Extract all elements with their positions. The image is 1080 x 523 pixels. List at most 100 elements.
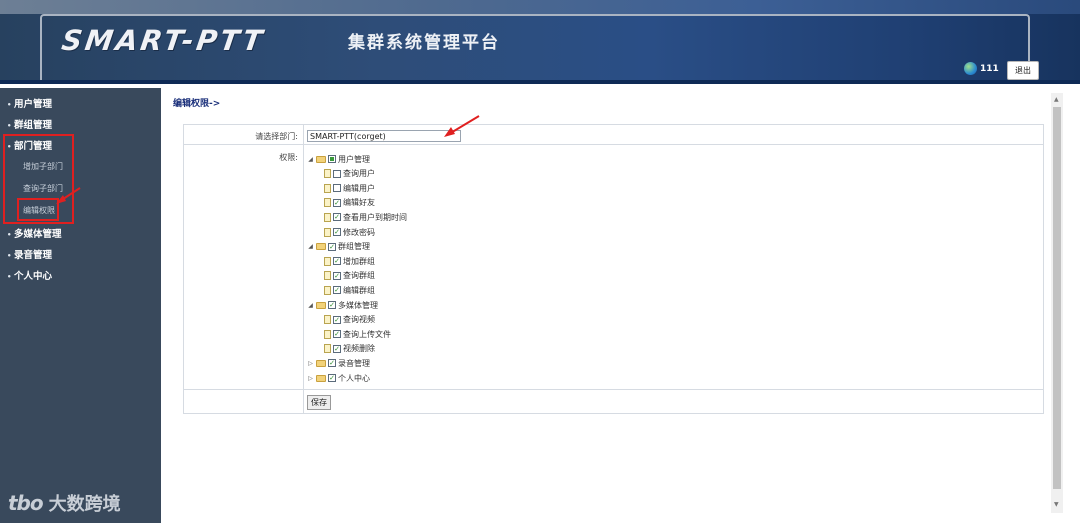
tree-leaf[interactable]: 编辑用户 — [324, 182, 375, 194]
document-icon — [324, 344, 331, 354]
folder-icon — [316, 243, 326, 251]
tree-leaf[interactable]: ✓ 视频删除 — [324, 343, 375, 355]
tree-leaf-label: 查询视频 — [343, 315, 375, 325]
main-content: 编辑权限-> 请选择部门: 权限: ◢用户管理查询用户编辑用户✓编辑好友✓查看用… — [161, 88, 1066, 523]
folder-icon — [316, 359, 326, 367]
sidebar-item-label: 群组管理 — [14, 120, 53, 131]
sidebar-item-group-management[interactable]: • 群组管理 — [7, 117, 52, 131]
tree-checkbox[interactable]: ✓ — [333, 198, 341, 207]
header-top-strip — [0, 0, 1080, 14]
scrollbar-thumb[interactable] — [1053, 107, 1061, 489]
tree-leaf-label: 查询上传文件 — [343, 329, 391, 339]
tree-node[interactable]: ▷ ✓ 录音管理 — [307, 357, 370, 369]
username: 111 — [980, 63, 999, 74]
tree-node-label: 多媒体管理 — [338, 300, 378, 310]
tree-node[interactable]: ◢ ✓ 多媒体管理 — [307, 299, 378, 311]
tree-checkbox[interactable]: ✓ — [333, 315, 341, 324]
folder-icon — [316, 301, 326, 309]
tree-leaf-label: 视频删除 — [343, 344, 375, 354]
tree-checkbox[interactable]: ✓ — [333, 271, 341, 280]
sidebar-item-multimedia-management[interactable]: • 多媒体管理 — [7, 226, 62, 240]
document-icon — [324, 285, 331, 295]
bullet-icon: • — [7, 231, 12, 239]
watermark: tbo 大数跨境 — [8, 490, 121, 516]
tree-leaf[interactable]: ✓ 增加群组 — [324, 255, 375, 267]
document-icon — [324, 169, 331, 179]
tree-leaf[interactable]: ✓ 查询视频 — [324, 314, 375, 326]
tree-leaf-label: 修改密码 — [343, 227, 375, 237]
tree-checkbox[interactable]: ✓ — [333, 330, 341, 339]
tree-leaf-label: 编辑群组 — [343, 285, 375, 295]
sidebar-item-label: 用户管理 — [14, 99, 53, 110]
tree-node[interactable]: ◢ ✓ 群组管理 — [307, 241, 370, 253]
tree-checkbox[interactable]: ✓ — [333, 286, 341, 295]
tree-checkbox[interactable]: ✓ — [328, 374, 336, 382]
sidebar-item-user-management[interactable]: • 用户管理 — [7, 96, 52, 110]
department-select[interactable] — [307, 130, 461, 142]
collapse-toggle-icon[interactable]: ▷ — [307, 360, 314, 367]
expand-toggle-icon[interactable]: ◢ — [307, 243, 314, 250]
tree-checkbox[interactable]: ✓ — [333, 228, 341, 236]
user-info: 111 — [964, 62, 999, 75]
folder-icon — [316, 155, 326, 163]
document-icon — [324, 227, 331, 237]
save-button[interactable]: 保存 — [307, 395, 331, 410]
vertical-scrollbar[interactable]: ▲ ▼ — [1051, 93, 1063, 513]
app-subtitle: 集群系统管理平台 — [348, 33, 500, 53]
tree-leaf-label: 编辑好友 — [343, 198, 375, 208]
tree-checkbox[interactable] — [328, 155, 336, 163]
tree-leaf-label: 查询用户 — [343, 169, 375, 179]
tree-checkbox[interactable]: ✓ — [328, 301, 336, 309]
bullet-icon: • — [7, 122, 12, 130]
tree-node-label: 个人中心 — [338, 373, 370, 383]
document-icon — [324, 212, 331, 222]
tree-leaf[interactable]: ✓ 修改密码 — [324, 226, 375, 238]
tree-checkbox[interactable] — [333, 169, 341, 178]
tree-checkbox[interactable]: ✓ — [333, 257, 341, 266]
tree-node[interactable]: ◢ 用户管理 — [307, 153, 370, 165]
tree-leaf[interactable]: ✓ 查询群组 — [324, 270, 375, 282]
sidebar-item-personal-center[interactable]: • 个人中心 — [7, 268, 52, 282]
tree-leaf-label: 查询群组 — [343, 271, 375, 281]
tree-leaf[interactable]: ✓ 查看用户到期时间 — [324, 211, 407, 223]
form-row-divider — [184, 389, 1043, 390]
tree-leaf[interactable]: ✓ 查询上传文件 — [324, 328, 391, 340]
collapse-toggle-icon[interactable]: ▷ — [307, 375, 314, 382]
tree-node-label: 群组管理 — [338, 242, 370, 252]
form-row-divider — [184, 144, 1043, 145]
sidebar-item-label: 录音管理 — [14, 250, 53, 261]
bullet-icon: • — [7, 252, 12, 260]
document-icon — [324, 198, 331, 208]
scroll-up-icon[interactable]: ▲ — [1054, 96, 1059, 103]
tree-checkbox[interactable]: ✓ — [328, 359, 336, 368]
tree-leaf[interactable]: ✓ 编辑群组 — [324, 284, 375, 296]
annotation-highlight-box-small — [17, 198, 59, 221]
dept-label: 请选择部门: — [255, 132, 298, 141]
watermark-logo-icon: tbo — [8, 491, 44, 515]
scroll-down-icon[interactable]: ▼ — [1054, 501, 1059, 508]
globe-icon — [964, 62, 977, 75]
watermark-text: 大数跨境 — [48, 494, 121, 515]
sidebar-item-recording-management[interactable]: • 录音管理 — [7, 247, 52, 261]
document-icon — [324, 271, 331, 281]
expand-toggle-icon[interactable]: ◢ — [307, 302, 314, 309]
bullet-icon: • — [7, 101, 12, 109]
logout-button[interactable]: 退出 — [1007, 61, 1039, 80]
tree-checkbox[interactable]: ✓ — [333, 344, 341, 353]
tree-leaf[interactable]: ✓ 编辑好友 — [324, 197, 375, 209]
permission-form: 请选择部门: 权限: ◢用户管理查询用户编辑用户✓编辑好友✓查看用户到期时间✓修… — [183, 124, 1044, 414]
form-column-divider — [303, 125, 304, 413]
annotation-arrow-icon — [444, 115, 480, 137]
document-icon — [324, 329, 331, 339]
tree-leaf[interactable]: 查询用户 — [324, 168, 375, 180]
tree-checkbox[interactable]: ✓ — [333, 213, 341, 222]
tree-checkbox[interactable]: ✓ — [328, 242, 336, 251]
breadcrumb: 编辑权限-> — [173, 99, 221, 109]
sidebar-item-label: 个人中心 — [14, 271, 53, 282]
tree-node[interactable]: ▷ ✓ 个人中心 — [307, 372, 370, 384]
header-banner: SMART-PTT 集群系统管理平台 111 退出 — [0, 0, 1080, 84]
tree-leaf-label: 增加群组 — [343, 256, 375, 266]
tree-checkbox[interactable] — [333, 184, 341, 193]
expand-toggle-icon[interactable]: ◢ — [307, 156, 314, 163]
document-icon — [324, 315, 331, 325]
